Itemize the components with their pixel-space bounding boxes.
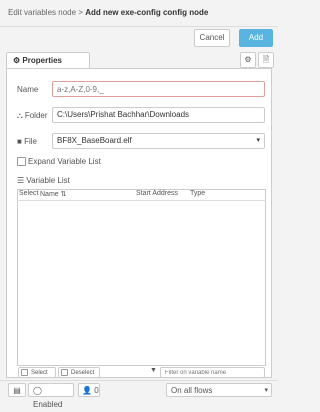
folder-label: Folder — [24, 111, 48, 120]
flows-select-value: On all flows — [171, 386, 213, 395]
sort-icon: ⇅ — [60, 191, 67, 198]
variable-list-label-wrap: ☰ Variable List — [17, 176, 70, 185]
cancel-button[interactable]: Cancel — [194, 29, 230, 47]
list-icon: ☰ — [17, 176, 25, 185]
column-header-type[interactable]: Type — [190, 190, 205, 197]
column-header-select[interactable]: Select — [19, 190, 38, 197]
name-label: Name — [17, 85, 39, 94]
add-button[interactable]: Add — [239, 29, 273, 47]
book-icon: ▤ — [13, 386, 21, 395]
chevron-down-icon: ▾ — [256, 137, 260, 144]
enabled-label: Enabled — [33, 400, 63, 409]
gear-icon: ⚙ — [13, 56, 21, 65]
file-select-value: BF8X_BaseBoard.elf — [57, 136, 132, 145]
variable-list-label: Variable List — [26, 176, 70, 185]
filter-input[interactable] — [160, 367, 265, 378]
table-header-divider — [17, 200, 266, 201]
breadcrumb-parent[interactable]: Edit variables node — [8, 8, 76, 17]
footer-book-button[interactable]: ▤ — [8, 383, 26, 397]
chevron-down-icon: ▾ — [264, 387, 268, 394]
users-count: 0 — [94, 386, 99, 395]
deselect-all-checkbox-icon — [61, 369, 68, 376]
breadcrumb: Edit variables node > Add new exe-config… — [8, 8, 208, 17]
name-input[interactable] — [52, 81, 265, 97]
select-all-checkbox-icon — [21, 369, 28, 376]
enabled-toggle[interactable]: ◯ Enabled — [28, 383, 74, 409]
folder-label-wrap: ⛬ Folder — [17, 111, 48, 121]
filter-icon: ▼ — [150, 367, 157, 374]
file-icon: ■ — [17, 137, 22, 146]
description-icon[interactable]: 🗎 — [258, 52, 274, 68]
breadcrumb-separator: > — [78, 8, 83, 17]
file-label: File — [24, 137, 37, 146]
tab-properties[interactable]: ⚙ Properties — [6, 52, 90, 68]
file-label-wrap: ■ File — [17, 137, 37, 146]
variable-list-table[interactable] — [17, 189, 266, 366]
expand-variable-list-checkbox[interactable] — [17, 157, 26, 166]
column-header-start-address[interactable]: Start Address — [136, 190, 178, 197]
users-count-button[interactable]: 👤 0 — [78, 383, 100, 397]
folder-input[interactable]: C:\Users\Prishat Bachhar\Downloads — [52, 107, 265, 123]
file-select[interactable]: BF8X_BaseBoard.elf ▾ — [52, 133, 265, 149]
settings-icon[interactable]: ⚙ — [240, 52, 256, 68]
circle-icon: ◯ — [33, 386, 42, 395]
tab-properties-label: Properties — [22, 56, 62, 65]
user-icon: 👤 — [82, 386, 92, 395]
column-header-name-label: Name — [40, 191, 59, 198]
breadcrumb-current: Add new exe-config config node — [85, 8, 209, 17]
expand-variable-list-label: Expand Variable List — [28, 157, 101, 166]
column-header-name[interactable]: Name ⇅ — [40, 190, 67, 198]
folder-tree-icon: ⛬ — [17, 111, 23, 120]
tab-bar: ⚙ Properties ⚙ 🗎 — [6, 52, 274, 68]
flows-select[interactable]: On all flows ▾ — [166, 383, 272, 397]
